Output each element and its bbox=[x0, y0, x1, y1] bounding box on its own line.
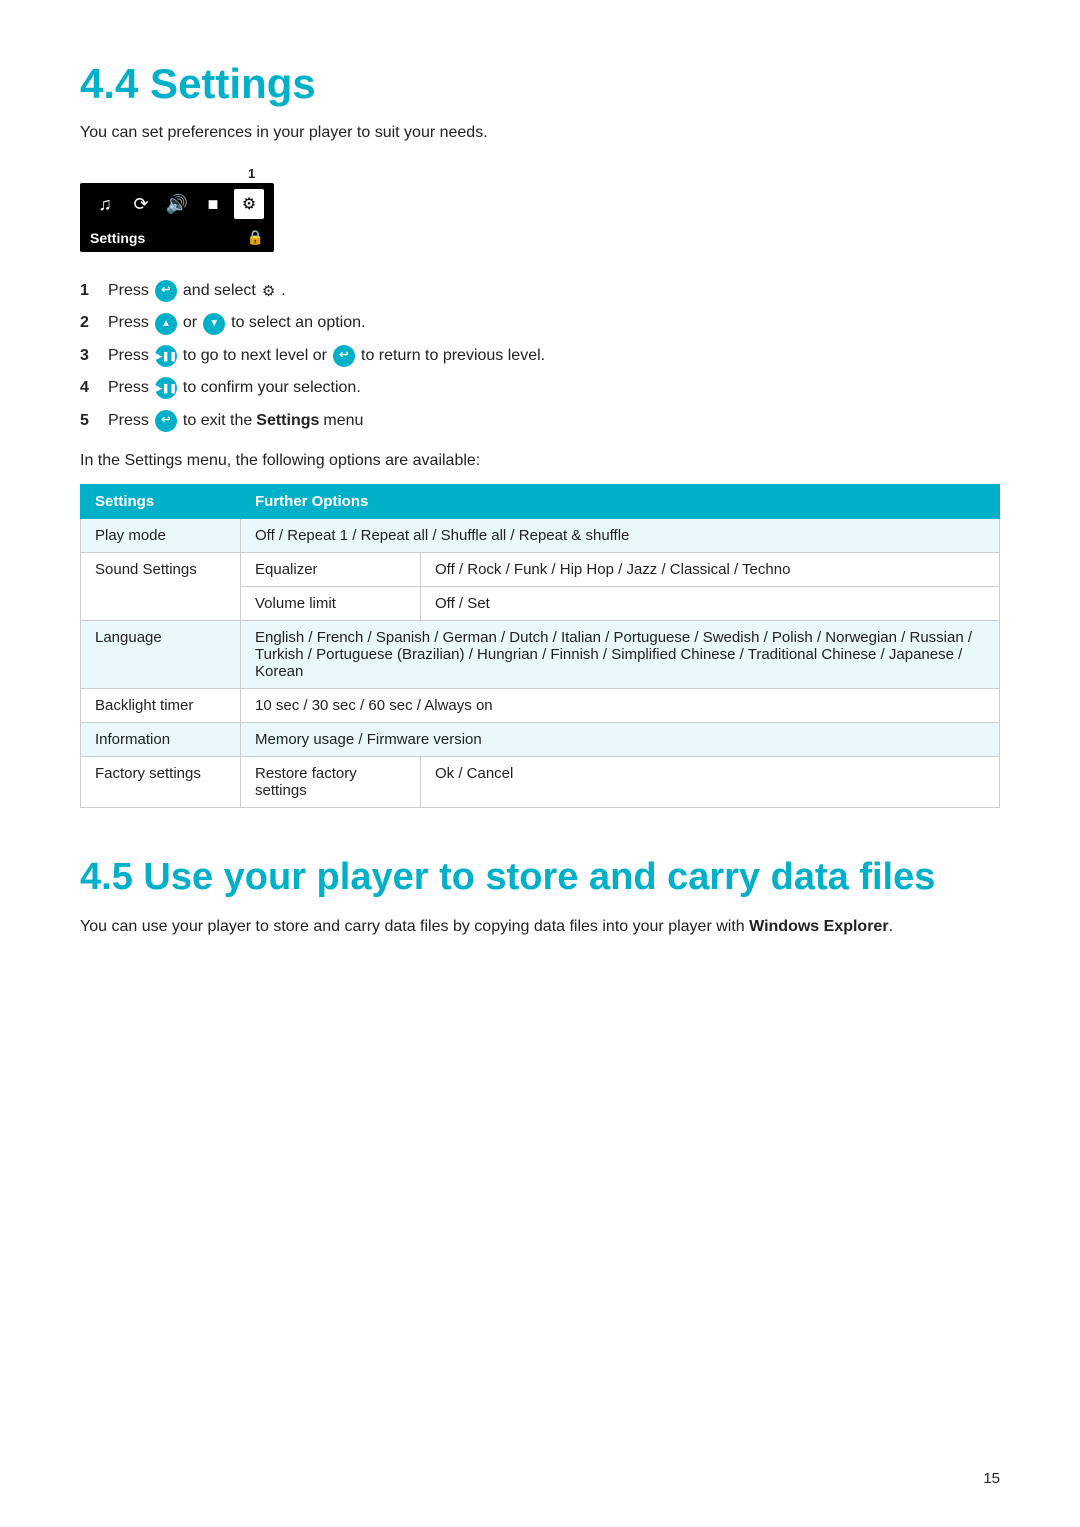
stop-icon: ■ bbox=[198, 189, 228, 219]
playpause-icon-step3a: ▶❚❚ bbox=[155, 345, 177, 367]
playpause-icon-step4: ▶❚❚ bbox=[155, 377, 177, 399]
steps-list: 1 Press ↩ and select ⚙. 2 Press ▲ or ▼ t… bbox=[80, 280, 1000, 432]
volume-icon: 🔊 bbox=[162, 189, 192, 219]
step-4-number: 4 bbox=[80, 377, 108, 399]
step-2: 2 Press ▲ or ▼ to select an option. bbox=[80, 312, 1000, 334]
cell-playmode-options: Off / Repeat 1 / Repeat all / Shuffle al… bbox=[241, 518, 1000, 552]
cell-language-setting: Language bbox=[81, 620, 241, 688]
section-45-heading: 4.5 Use your player to store and carry d… bbox=[80, 856, 1000, 899]
down-icon-step2: ▼ bbox=[203, 313, 225, 335]
music-icon: ♫ bbox=[90, 189, 120, 219]
table-header-further-options: Further Options bbox=[241, 484, 1000, 518]
device-icons-row: ♫ ⟳ 🔊 ■ ⚙ bbox=[80, 183, 274, 225]
gear-icon-active: ⚙ bbox=[234, 189, 264, 219]
cell-playmode-setting: Play mode bbox=[81, 518, 241, 552]
home-icon-step1: ↩ bbox=[155, 280, 177, 302]
section-45-intro-text: You can use your player to store and car… bbox=[80, 918, 745, 935]
cell-factory-options: Ok / Cancel bbox=[421, 756, 1000, 807]
device-lock-icon: 🔒 bbox=[247, 229, 264, 246]
table-header-settings: Settings bbox=[81, 484, 241, 518]
cell-information-options: Memory usage / Firmware version bbox=[241, 722, 1000, 756]
step-1-number: 1 bbox=[80, 280, 108, 302]
home-icon-step5: ↩ bbox=[155, 410, 177, 432]
device-label-text: Settings bbox=[90, 230, 145, 246]
cell-factory-sub: Restore factory settings bbox=[241, 756, 421, 807]
section-44-intro: You can set preferences in your player t… bbox=[80, 124, 1000, 142]
page-number: 15 bbox=[983, 1470, 1000, 1487]
step-5-number: 5 bbox=[80, 410, 108, 432]
step-2-text: Press ▲ or ▼ to select an option. bbox=[108, 312, 365, 334]
section-45-intro: You can use your player to store and car… bbox=[80, 915, 1000, 939]
cell-backlight-setting: Backlight timer bbox=[81, 688, 241, 722]
step-5-text: Press ↩ to exit the Settings menu bbox=[108, 410, 363, 432]
step-3: 3 Press ▶❚❚ to go to next level or ↩ to … bbox=[80, 345, 1000, 367]
cell-sound-vol-sub: Volume limit bbox=[241, 586, 421, 620]
table-row-factory: Factory settings Restore factory setting… bbox=[81, 756, 1000, 807]
cell-information-setting: Information bbox=[81, 722, 241, 756]
cell-sound-setting: Sound Settings bbox=[81, 552, 241, 620]
section-45-intro-end: . bbox=[889, 918, 893, 935]
table-row-backlight: Backlight timer 10 sec / 30 sec / 60 sec… bbox=[81, 688, 1000, 722]
step-4: 4 Press ▶❚❚ to confirm your selection. bbox=[80, 377, 1000, 399]
settings-table: Settings Further Options Play mode Off /… bbox=[80, 484, 1000, 808]
available-text: In the Settings menu, the following opti… bbox=[80, 452, 1000, 470]
device-number-label: 1 bbox=[248, 166, 255, 181]
step-4-text: Press ▶❚❚ to confirm your selection. bbox=[108, 377, 361, 399]
table-row-playmode: Play mode Off / Repeat 1 / Repeat all / … bbox=[81, 518, 1000, 552]
step-1-text: Press ↩ and select ⚙. bbox=[108, 280, 286, 302]
cell-factory-setting: Factory settings bbox=[81, 756, 241, 807]
table-row-information: Information Memory usage / Firmware vers… bbox=[81, 722, 1000, 756]
step-3-number: 3 bbox=[80, 345, 108, 367]
settings-bold: Settings bbox=[256, 410, 319, 432]
table-row-sound-eq: Sound Settings Equalizer Off / Rock / Fu… bbox=[81, 552, 1000, 586]
cell-sound-vol-options: Off / Set bbox=[421, 586, 1000, 620]
cell-sound-eq-sub: Equalizer bbox=[241, 552, 421, 586]
device-mockup-area: 1 ♫ ⟳ 🔊 ■ ⚙ Settings 🔒 bbox=[80, 166, 1000, 252]
table-row-language: Language English / French / Spanish / Ge… bbox=[81, 620, 1000, 688]
section-44-heading: 4.4 Settings bbox=[80, 60, 1000, 108]
step-1: 1 Press ↩ and select ⚙. bbox=[80, 280, 1000, 302]
cell-backlight-options: 10 sec / 30 sec / 60 sec / Always on bbox=[241, 688, 1000, 722]
cell-language-options: English / French / Spanish / German / Du… bbox=[241, 620, 1000, 688]
home-icon-step3: ↩ bbox=[333, 345, 355, 367]
windows-explorer-bold: Windows Explorer bbox=[749, 918, 888, 935]
step-3-text: Press ▶❚❚ to go to next level or ↩ to re… bbox=[108, 345, 545, 367]
up-icon-step2: ▲ bbox=[155, 313, 177, 335]
device-label-row: Settings 🔒 bbox=[80, 225, 274, 252]
step-5: 5 Press ↩ to exit the Settings menu bbox=[80, 410, 1000, 432]
device-mockup: 1 ♫ ⟳ 🔊 ■ ⚙ Settings 🔒 bbox=[80, 166, 274, 252]
gear-icon-step1: ⚙ bbox=[262, 281, 275, 302]
repeat-icon: ⟳ bbox=[126, 189, 156, 219]
cell-sound-eq-options: Off / Rock / Funk / Hip Hop / Jazz / Cla… bbox=[421, 552, 1000, 586]
step-2-number: 2 bbox=[80, 312, 108, 334]
